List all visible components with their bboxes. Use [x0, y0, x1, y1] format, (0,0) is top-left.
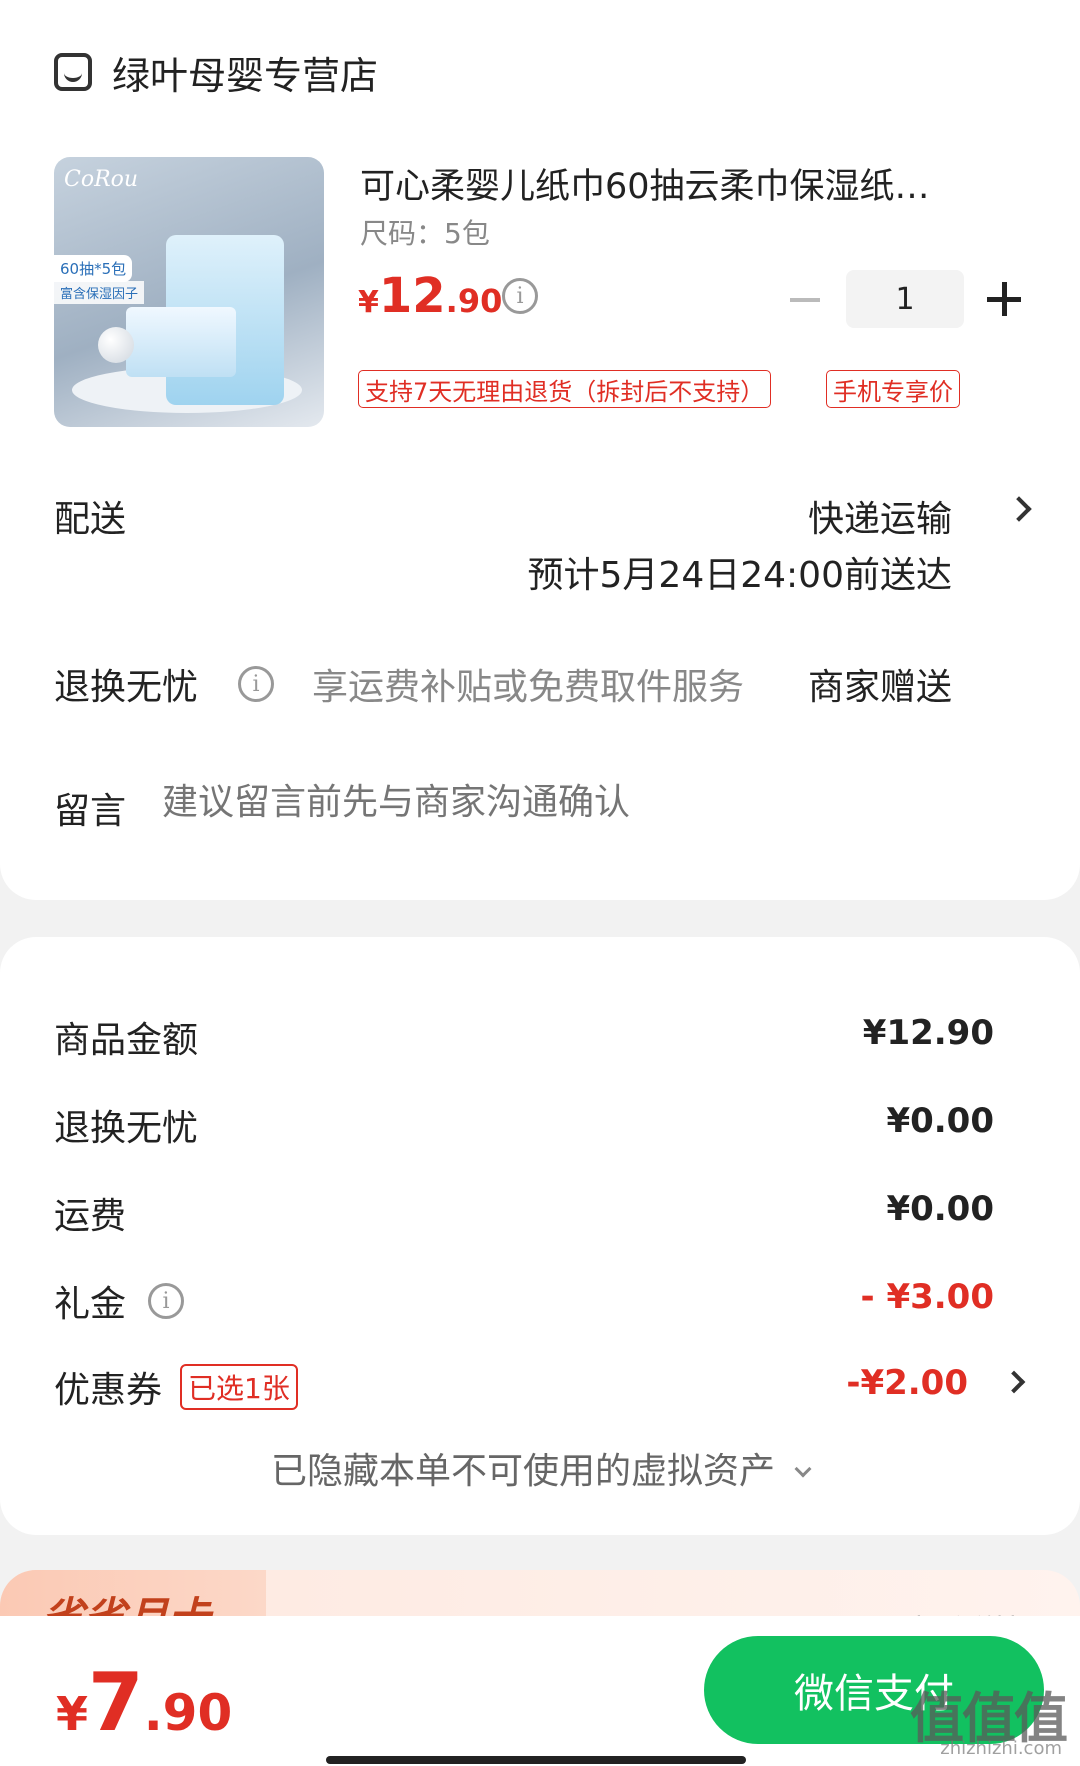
product-image[interactable]: CoRou 60抽*5包 富含保湿因子: [54, 157, 324, 427]
watermark-url: zhizhizhi.com: [940, 1738, 1062, 1759]
goods-amount-label: 商品金额: [54, 1011, 198, 1063]
gift-money-value: - ¥3.00: [860, 1277, 995, 1317]
quantity-increase-button[interactable]: [987, 282, 1021, 316]
return-policy-badge: 支持7天无理由退货（拆封后不支持）: [358, 370, 772, 408]
product-price: ¥ 12 .90: [358, 268, 502, 324]
delivery-label: 配送: [54, 499, 127, 540]
product-image-tag: 60抽*5包: [54, 255, 133, 282]
price-integer: 12: [378, 268, 446, 324]
product-spec[interactable]: 尺码：5包: [360, 212, 490, 252]
note-input[interactable]: [162, 782, 942, 823]
home-indicator[interactable]: [326, 1756, 746, 1764]
total-currency: ¥: [56, 1687, 89, 1741]
return-service-desc: 享运费补贴或免费取件服务: [312, 667, 745, 708]
coupon-label[interactable]: 优惠券 已选1张: [54, 1361, 298, 1413]
product-image-tag: 富含保湿因子: [54, 281, 145, 304]
price-info-icon[interactable]: i: [502, 278, 538, 314]
image-ball: [98, 327, 134, 363]
price-currency: ¥: [358, 285, 379, 320]
delivery-method[interactable]: 快递运输: [808, 490, 952, 542]
return-info-icon[interactable]: i: [238, 666, 274, 702]
store-icon: [54, 53, 92, 91]
chevron-down-icon: [794, 1460, 812, 1478]
note-label: 留言: [54, 791, 127, 832]
image-box: [126, 307, 236, 377]
goods-amount-label-text: 商品金额: [54, 1020, 199, 1061]
return-service-label: 退换无忧: [54, 667, 199, 708]
delivery-eta: 预计5月24日24:00前送达: [527, 555, 952, 596]
mobile-price-badge: 手机专享价: [826, 370, 960, 408]
quantity-value[interactable]: 1: [846, 270, 964, 328]
return-service-gift: 商家赠送: [807, 667, 952, 708]
store-header[interactable]: 绿叶母婴专营店: [54, 42, 378, 102]
hidden-assets-toggle[interactable]: 已隐藏本单不可使用的虚拟资产: [0, 1442, 1080, 1494]
return-fee-value: ¥0.00: [886, 1101, 994, 1141]
product-image-brand: CoRou: [64, 167, 139, 192]
hidden-assets-text: 已隐藏本单不可使用的虚拟资产: [270, 1451, 775, 1492]
shipping-fee-label: 运费: [54, 1187, 126, 1239]
coupon-value[interactable]: -¥2.00: [846, 1363, 968, 1403]
gift-money-label: 礼金 i: [54, 1275, 185, 1327]
coupon-selected-tag: 已选1张: [180, 1364, 298, 1410]
product-title[interactable]: 可心柔婴儿纸巾60抽云柔巾保湿纸…: [360, 158, 990, 209]
gift-info-icon[interactable]: i: [148, 1283, 185, 1319]
goods-amount-value: ¥12.90: [862, 1013, 994, 1053]
shipping-fee-label-text: 运费: [54, 1196, 127, 1237]
quantity-decrease-button[interactable]: [790, 298, 820, 302]
order-card: 绿叶母婴专营店 CoRou 60抽*5包 富含保湿因子 可心柔婴儿纸巾60抽云柔…: [0, 0, 1080, 900]
price-decimal: .90: [445, 282, 503, 320]
total-integer: 7: [88, 1656, 144, 1749]
total-price: ¥ 7 .90: [56, 1656, 232, 1749]
store-name: 绿叶母婴专营店: [112, 53, 379, 98]
shipping-fee-value: ¥0.00: [886, 1189, 994, 1229]
chevron-right-icon[interactable]: [1006, 496, 1032, 522]
return-fee-label: 退换无忧: [54, 1099, 198, 1151]
total-decimal: .90: [143, 1684, 233, 1742]
coupon-label-text: 优惠券: [54, 1370, 163, 1411]
gift-money-label-text: 礼金: [54, 1284, 127, 1325]
return-fee-label-text: 退换无忧: [54, 1108, 199, 1149]
